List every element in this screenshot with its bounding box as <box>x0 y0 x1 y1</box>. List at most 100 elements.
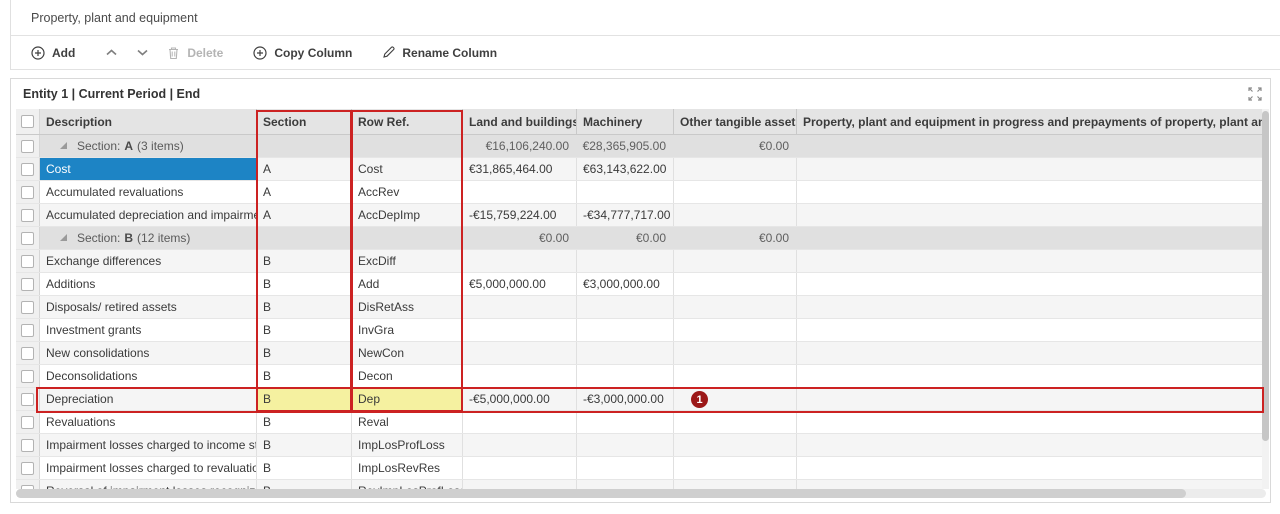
section-cell[interactable]: B <box>257 273 352 295</box>
move-up-button[interactable] <box>105 48 118 57</box>
description-cell[interactable]: Exchange differences <box>40 250 257 272</box>
group-collapse-icon[interactable] <box>60 142 67 149</box>
value-cell[interactable]: €16,106,240.00 <box>463 135 577 157</box>
section-cell[interactable]: A <box>257 158 352 180</box>
value-cell[interactable] <box>674 411 797 433</box>
row-checkbox[interactable] <box>21 439 34 452</box>
rename-column-button[interactable]: Rename Column <box>382 46 497 60</box>
value-cell[interactable] <box>797 342 1266 364</box>
column-header-row-ref[interactable]: Row Ref. <box>352 109 463 134</box>
value-cell[interactable] <box>797 250 1266 272</box>
row-ref-cell[interactable]: RevImpLosProfLoss <box>352 480 463 489</box>
row-checkbox[interactable] <box>21 301 34 314</box>
description-cell[interactable]: Disposals/ retired assets <box>40 296 257 318</box>
value-cell[interactable] <box>797 204 1266 226</box>
column-header-section[interactable]: Section <box>257 109 352 134</box>
row-ref-cell[interactable]: ExcDiff <box>352 250 463 272</box>
group-collapse-icon[interactable] <box>60 234 67 241</box>
section-cell[interactable] <box>257 135 352 157</box>
value-cell[interactable]: €31,865,464.00 <box>463 158 577 180</box>
table-row[interactable]: Accumulated depreciation and impairmenAA… <box>16 204 1266 227</box>
table-row[interactable]: Impairment losses charged to income stat… <box>16 434 1266 457</box>
section-cell[interactable]: B <box>257 480 352 489</box>
value-cell[interactable] <box>674 319 797 341</box>
fullscreen-icon[interactable] <box>1248 87 1262 101</box>
description-cell[interactable]: Section:A(3 items) <box>40 135 257 157</box>
value-cell[interactable] <box>797 411 1266 433</box>
description-cell[interactable]: New consolidations <box>40 342 257 364</box>
value-cell[interactable] <box>797 135 1266 157</box>
value-cell[interactable]: €3,000,000.00 <box>577 273 674 295</box>
value-cell[interactable]: €0.00 <box>463 227 577 249</box>
description-cell[interactable]: Depreciation <box>40 388 257 410</box>
section-cell[interactable]: B <box>257 434 352 456</box>
value-cell[interactable] <box>463 480 577 489</box>
move-down-button[interactable] <box>136 48 149 57</box>
group-row[interactable]: Section:A(3 items) €16,106,240.00€28,365,… <box>16 135 1266 158</box>
table-row[interactable]: Disposals/ retired assetsBDisRetAss <box>16 296 1266 319</box>
row-checkbox[interactable] <box>21 416 34 429</box>
value-cell[interactable] <box>797 273 1266 295</box>
table-row[interactable]: CostACost€31,865,464.00€63,143,622.00 <box>16 158 1266 181</box>
row-checkbox[interactable] <box>21 278 34 291</box>
table-row[interactable]: AdditionsBAdd€5,000,000.00€3,000,000.00 <box>16 273 1266 296</box>
value-cell[interactable]: -€3,000,000.00 <box>577 388 674 410</box>
description-cell[interactable]: Accumulated revaluations <box>40 181 257 203</box>
add-button[interactable]: Add <box>31 46 75 60</box>
row-ref-cell[interactable]: Cost <box>352 158 463 180</box>
row-ref-cell[interactable]: InvGra <box>352 319 463 341</box>
value-cell[interactable] <box>674 457 797 479</box>
value-cell[interactable] <box>577 480 674 489</box>
value-cell[interactable] <box>797 158 1266 180</box>
value-cell[interactable] <box>463 250 577 272</box>
value-cell[interactable] <box>674 273 797 295</box>
row-ref-cell[interactable] <box>352 227 463 249</box>
value-cell[interactable] <box>463 181 577 203</box>
row-ref-cell[interactable]: ImpLosProfLoss <box>352 434 463 456</box>
value-cell[interactable] <box>577 457 674 479</box>
column-header-land-and-buildings[interactable]: Land and buildings <box>463 109 577 134</box>
value-cell[interactable] <box>674 434 797 456</box>
row-checkbox[interactable] <box>21 186 34 199</box>
value-cell[interactable] <box>463 342 577 364</box>
value-cell[interactable] <box>463 457 577 479</box>
value-cell[interactable] <box>797 480 1266 489</box>
value-cell[interactable]: €0.00 <box>577 227 674 249</box>
description-cell[interactable]: Reversal of impairment losses recognized <box>40 480 257 489</box>
value-cell[interactable] <box>577 342 674 364</box>
value-cell[interactable] <box>674 342 797 364</box>
row-ref-cell[interactable]: AccDepImp <box>352 204 463 226</box>
table-row[interactable]: Reversal of impairment losses recognized… <box>16 480 1266 489</box>
section-cell[interactable]: A <box>257 204 352 226</box>
value-cell[interactable] <box>797 181 1266 203</box>
value-cell[interactable] <box>577 319 674 341</box>
delete-button[interactable]: Delete <box>167 46 223 60</box>
row-ref-cell[interactable]: Decon <box>352 365 463 387</box>
value-cell[interactable] <box>797 227 1266 249</box>
row-checkbox[interactable] <box>21 370 34 383</box>
value-cell[interactable] <box>463 411 577 433</box>
value-cell[interactable] <box>674 480 797 489</box>
table-row[interactable]: Accumulated revaluationsAAccRev <box>16 181 1266 204</box>
value-cell[interactable]: €0.00 <box>674 227 797 249</box>
table-row[interactable]: Exchange differencesBExcDiff <box>16 250 1266 273</box>
value-cell[interactable] <box>674 296 797 318</box>
row-ref-cell[interactable]: Dep <box>352 388 463 410</box>
value-cell[interactable] <box>797 434 1266 456</box>
section-cell[interactable]: B <box>257 250 352 272</box>
value-cell[interactable]: €5,000,000.00 <box>463 273 577 295</box>
value-cell[interactable]: €28,365,905.00 <box>577 135 674 157</box>
value-cell[interactable] <box>797 319 1266 341</box>
value-cell[interactable] <box>463 319 577 341</box>
row-checkbox[interactable] <box>21 232 34 245</box>
value-cell[interactable] <box>577 434 674 456</box>
value-cell[interactable]: €63,143,622.00 <box>577 158 674 180</box>
row-ref-cell[interactable]: ImpLosRevRes <box>352 457 463 479</box>
row-ref-cell[interactable]: Add <box>352 273 463 295</box>
value-cell[interactable] <box>797 388 1266 410</box>
value-cell[interactable] <box>463 296 577 318</box>
section-cell[interactable]: B <box>257 388 352 410</box>
description-cell[interactable]: Section:B(12 items) <box>40 227 257 249</box>
value-cell[interactable] <box>577 365 674 387</box>
row-checkbox[interactable] <box>21 140 34 153</box>
